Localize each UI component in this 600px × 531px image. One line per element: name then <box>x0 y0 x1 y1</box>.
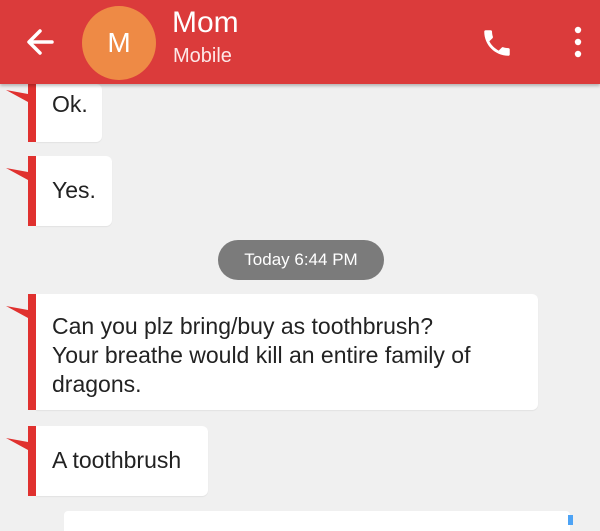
overflow-menu-button[interactable] <box>568 22 588 62</box>
message-thread[interactable]: Ok. Yes. Today 6:44 PM Can you plz bring… <box>0 84 600 531</box>
message-text: Can you plz bring/buy as toothbrush? You… <box>52 313 471 397</box>
message-tail-icon <box>6 162 36 202</box>
message-tail-icon <box>6 300 36 340</box>
phone-icon <box>484 30 510 56</box>
message-text: Ok. <box>52 91 88 117</box>
incoming-message[interactable]: A toothbrush <box>0 426 210 496</box>
conversation-header: M Mom Mobile <box>0 0 600 84</box>
contact-avatar[interactable]: M <box>82 6 156 80</box>
message-tail-icon <box>6 432 36 472</box>
incoming-message[interactable]: Yes. <box>0 156 112 226</box>
more-vertical-icon <box>574 26 582 58</box>
back-button[interactable] <box>22 24 62 60</box>
arrow-left-icon <box>27 29 54 55</box>
incoming-message[interactable]: Can you plz bring/buy as toothbrush? You… <box>0 294 540 410</box>
call-button[interactable] <box>480 26 514 60</box>
message-text: Yes. <box>52 177 96 203</box>
message-text: A toothbrush <box>52 447 182 473</box>
incoming-message[interactable]: Ok. <box>0 84 110 142</box>
compose-field[interactable] <box>64 511 573 531</box>
contact-name[interactable]: Mom <box>172 6 239 40</box>
contact-phone-type: Mobile <box>173 45 232 67</box>
message-tail-icon <box>6 84 36 124</box>
date-separator: Today 6:44 PM <box>218 240 384 280</box>
